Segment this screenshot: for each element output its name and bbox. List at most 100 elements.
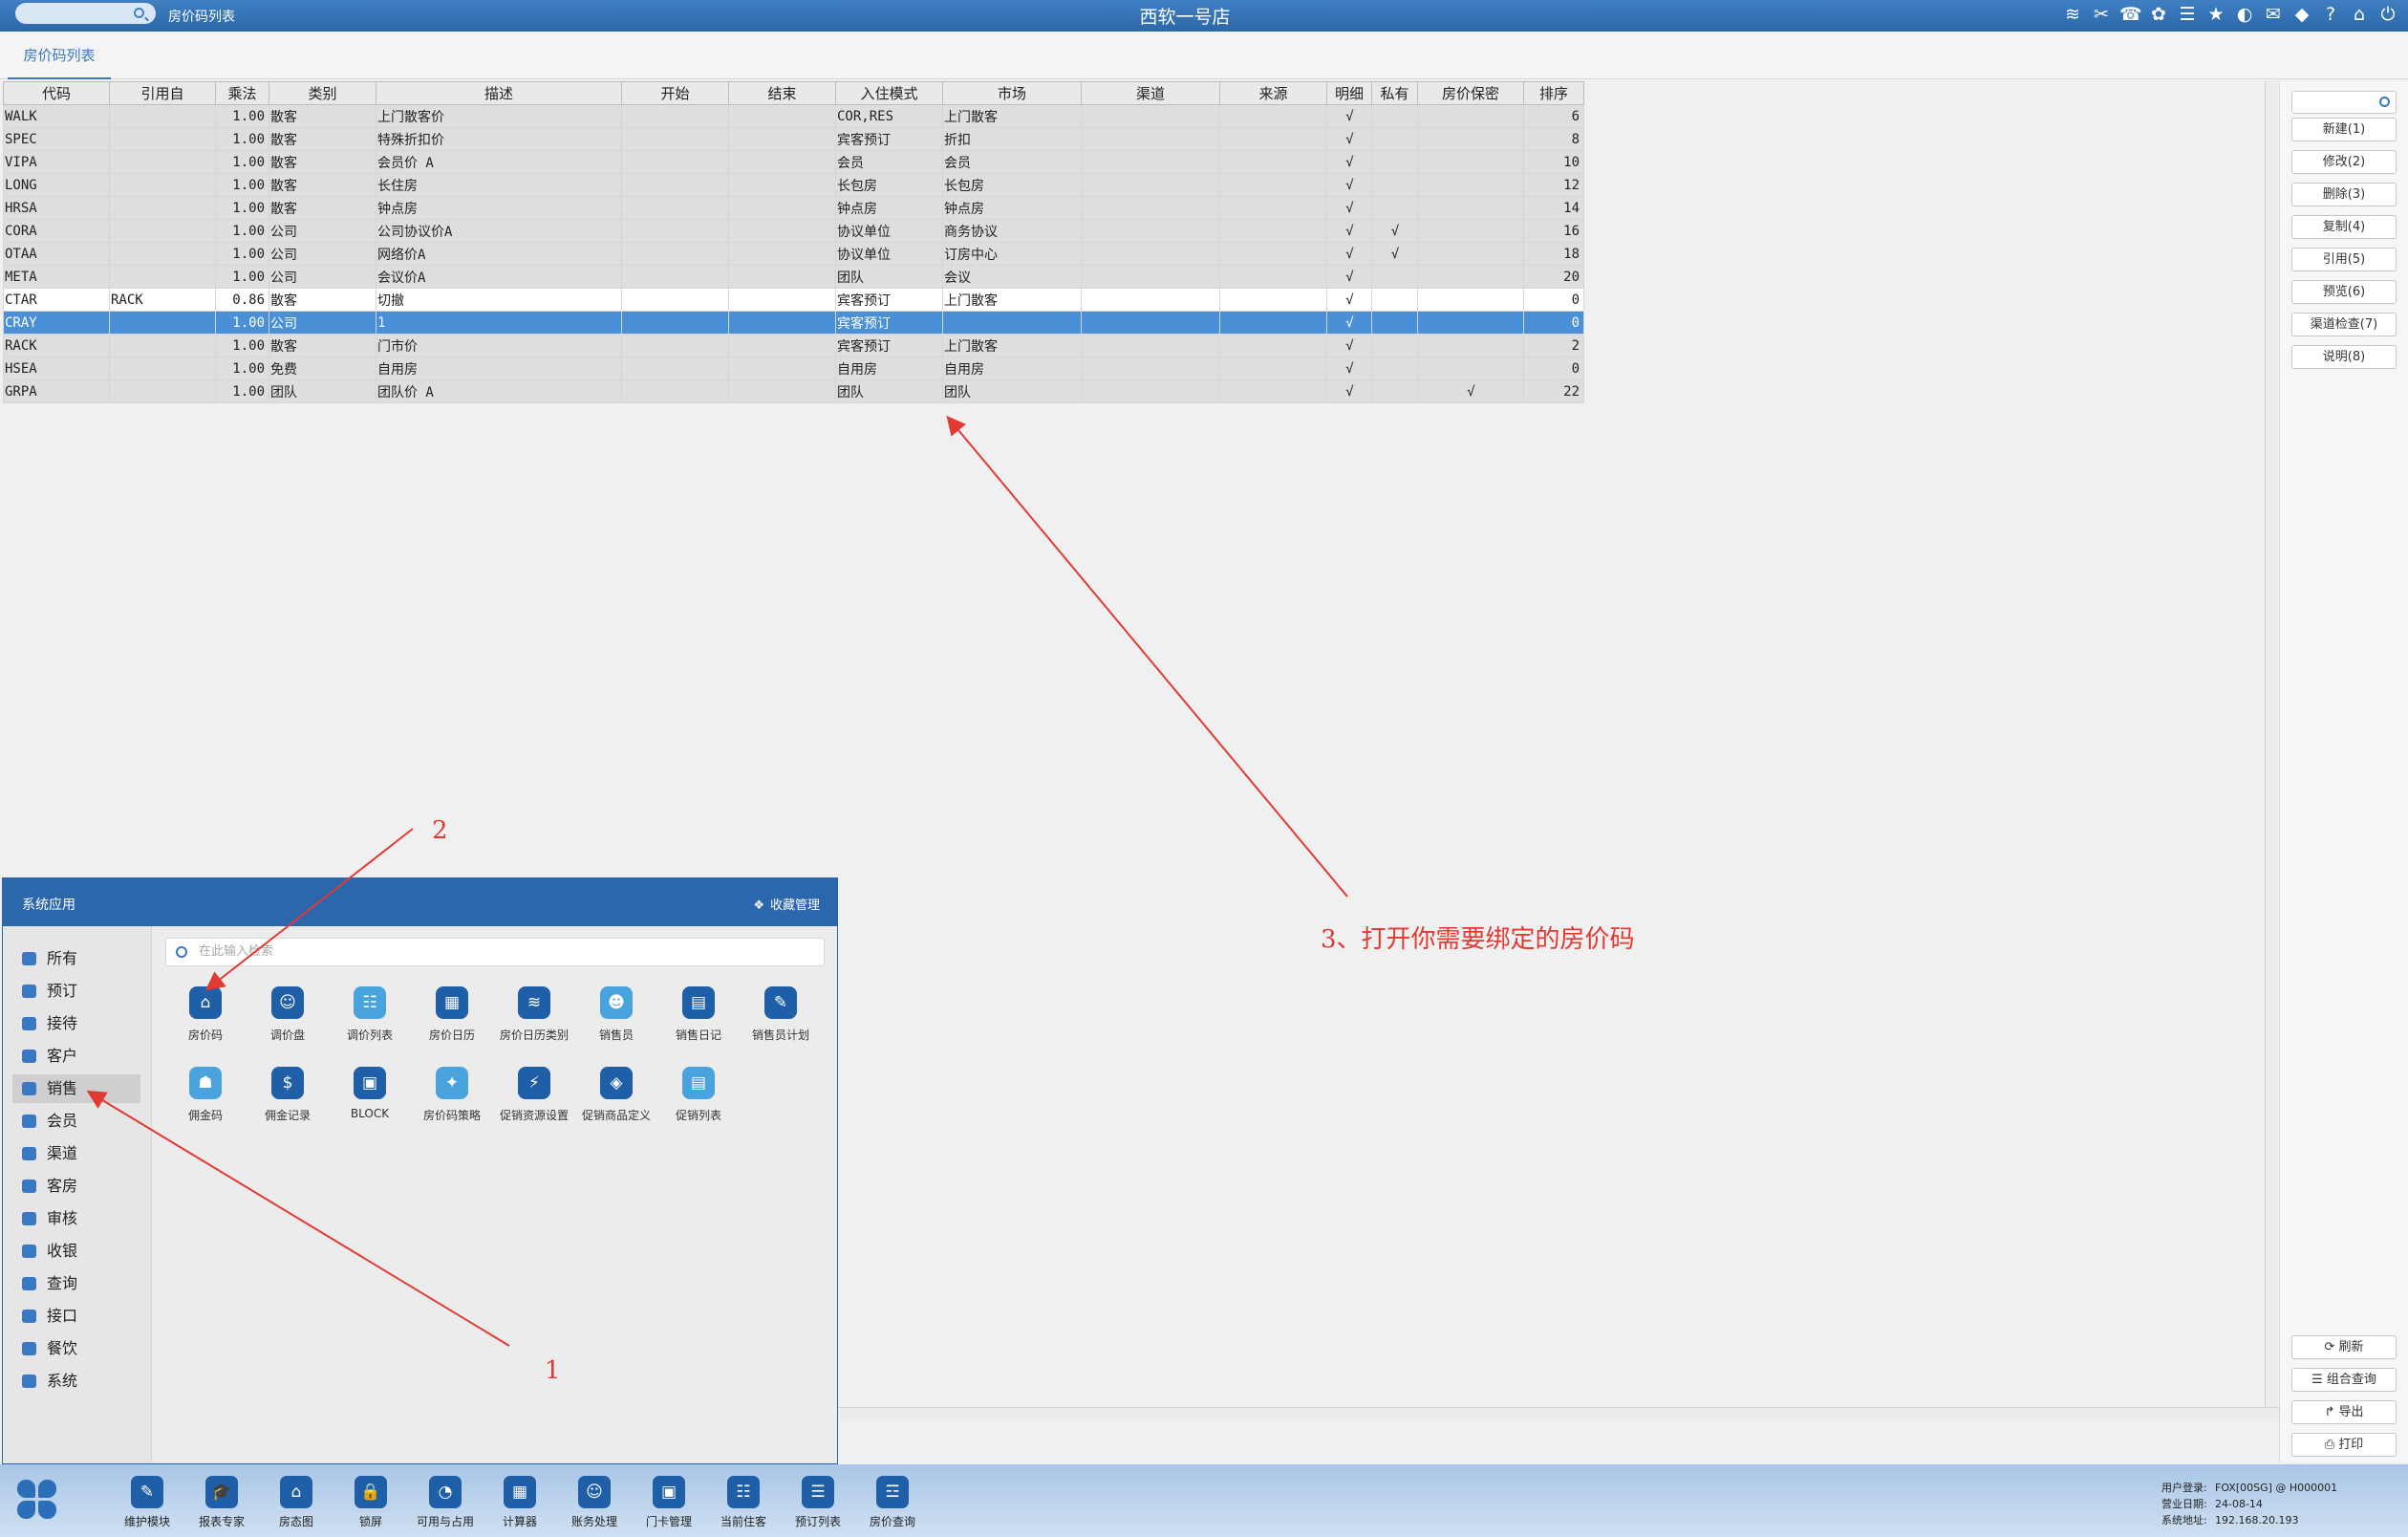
column-header[interactable]: 排序 <box>1523 81 1584 105</box>
vertical-scrollbar[interactable] <box>2265 81 2278 1410</box>
popup-search-input[interactable]: 在此输入检索 <box>165 938 825 966</box>
panel-bottom-button[interactable]: ↱ 导出 <box>2291 1400 2397 1424</box>
column-header[interactable]: 来源 <box>1219 81 1327 105</box>
column-header[interactable]: 开始 <box>621 81 729 105</box>
nav-item[interactable]: 接待 <box>12 1009 140 1038</box>
global-search-input[interactable] <box>15 3 156 24</box>
taskbar-app[interactable]: ☷ 当前住客 <box>706 1476 781 1529</box>
palette-icon[interactable]: ✿ <box>2148 3 2169 26</box>
nav-item[interactable]: 查询 <box>12 1269 140 1298</box>
action-button[interactable]: 修改(2) <box>2291 150 2397 174</box>
taskbar-app[interactable]: ☲ 房价查询 <box>855 1476 930 1529</box>
nav-item[interactable]: 销售 <box>12 1074 140 1103</box>
wifi-icon[interactable]: ≋ <box>2062 3 2083 26</box>
nav-item[interactable]: 会员 <box>12 1107 140 1136</box>
app-tile[interactable]: ☺ 调价盘 <box>247 986 329 1043</box>
column-header[interactable]: 房价保密 <box>1417 81 1524 105</box>
column-header[interactable]: 描述 <box>376 81 622 105</box>
tab-rate-code-list[interactable]: 房价码列表 <box>8 43 111 79</box>
panel-bottom-button[interactable]: ⟳ 刷新 <box>2291 1335 2397 1359</box>
app-tile[interactable]: ☗ 佣金码 <box>164 1067 247 1123</box>
taskbar-app[interactable]: 🎓 报表专家 <box>184 1476 259 1529</box>
taskbar-app[interactable]: ✎ 维护模块 <box>110 1476 184 1529</box>
column-header[interactable]: 乘法 <box>215 81 269 105</box>
nav-item[interactable]: 系统 <box>12 1367 140 1396</box>
phone-icon[interactable]: ☎ <box>2119 3 2142 26</box>
action-button[interactable]: 复制(4) <box>2291 215 2397 239</box>
column-header[interactable]: 引用自 <box>109 81 216 105</box>
nav-item[interactable]: 接口 <box>12 1302 140 1331</box>
taskbar-app[interactable]: ⌂ 房态图 <box>259 1476 333 1529</box>
nav-item[interactable]: 客房 <box>12 1172 140 1201</box>
app-tile[interactable]: ▤ 促销列表 <box>657 1067 740 1123</box>
column-header[interactable]: 类别 <box>269 81 376 105</box>
bag-icon[interactable]: ◆ <box>2291 3 2312 26</box>
table-row[interactable]: HSEA 1.00 免费 自用房 自用房 自用房 √ 0 <box>3 357 1584 380</box>
app-tile[interactable]: ◈ 促销商品定义 <box>575 1067 657 1123</box>
power-icon[interactable]: ⏻ <box>2377 3 2398 26</box>
table-row[interactable]: GRPA 1.00 团队 团队价 A 团队 团队 √ √ 22 <box>3 379 1584 403</box>
taskbar-app[interactable]: 🔒 锁屏 <box>333 1476 408 1529</box>
taskbar-app[interactable]: ☰ 预订列表 <box>781 1476 855 1529</box>
favorites-manage-button[interactable]: ❖ 收藏管理 <box>753 895 820 913</box>
app-tile[interactable]: ✦ 房价码策略 <box>411 1067 493 1123</box>
table-row[interactable]: HRSA 1.00 散客 钟点房 钟点房 钟点房 √ 14 <box>3 196 1584 220</box>
table-row[interactable]: CTAR RACK 0.86 散客 切撤 宾客预订 上门散客 √ 0 <box>3 288 1584 312</box>
app-tile[interactable]: ▦ 房价日历 <box>411 986 493 1043</box>
action-button[interactable]: 说明(8) <box>2291 345 2397 369</box>
menu-icon[interactable]: ☰ <box>2177 3 2198 26</box>
taskbar-app[interactable]: ▣ 门卡管理 <box>632 1476 706 1529</box>
table-row[interactable]: OTAA 1.00 公司 网络价A 协议单位 订房中心 √ √ 18 <box>3 242 1584 266</box>
taskbar-app[interactable]: ◔ 可用与占用 <box>408 1476 483 1529</box>
nav-item[interactable]: 收银 <box>12 1237 140 1266</box>
column-header[interactable]: 结束 <box>728 81 836 105</box>
nav-item[interactable]: 渠道 <box>12 1139 140 1168</box>
nav-item[interactable]: 预订 <box>12 977 140 1006</box>
app-tile[interactable]: ⚡ 促销资源设置 <box>493 1067 575 1123</box>
app-tile[interactable]: ▣ BLOCK <box>329 1067 411 1120</box>
nav-item[interactable]: 客户 <box>12 1042 140 1071</box>
panel-bottom-button[interactable]: ⎙ 打印 <box>2291 1433 2397 1457</box>
app-tile[interactable]: ▤ 销售日记 <box>657 986 740 1043</box>
app-tile[interactable]: $ 佣金记录 <box>247 1067 329 1123</box>
home-icon[interactable]: ⌂ <box>2349 3 2370 26</box>
table-row[interactable]: LONG 1.00 散客 长住房 长包房 长包房 √ 12 <box>3 173 1584 197</box>
action-button[interactable]: 渠道检查(7) <box>2291 313 2397 336</box>
app-logo-icon[interactable] <box>17 1480 59 1522</box>
nav-item[interactable]: 所有 <box>12 944 140 973</box>
column-header[interactable]: 市场 <box>942 81 1082 105</box>
app-tile[interactable]: ⌂ 房价码 <box>164 986 247 1043</box>
tools-icon[interactable]: ✂ <box>2091 3 2112 26</box>
star-icon[interactable]: ★ <box>2205 3 2226 26</box>
table-row[interactable]: RACK 1.00 散客 门市价 宾客预订 上门散客 √ 2 <box>3 334 1584 357</box>
action-button[interactable]: 预览(6) <box>2291 280 2397 304</box>
table-row[interactable]: CRAY 1.00 公司 1 宾客预订 √ 0 <box>3 311 1584 335</box>
column-header[interactable]: 代码 <box>3 81 110 105</box>
app-tile[interactable]: ☷ 调价列表 <box>329 986 411 1043</box>
panel-search-input[interactable] <box>2291 91 2397 114</box>
column-header[interactable]: 入住模式 <box>835 81 943 105</box>
app-tile[interactable]: ✎ 销售员计划 <box>740 986 822 1043</box>
action-button[interactable]: 删除(3) <box>2291 183 2397 206</box>
table-row[interactable]: WALK 1.00 散客 上门散客价 COR,RES 上门散客 √ 6 <box>3 104 1584 128</box>
nav-item[interactable]: 餐饮 <box>12 1334 140 1363</box>
action-button[interactable]: 新建(1) <box>2291 118 2397 141</box>
taskbar-app[interactable]: ▦ 计算器 <box>483 1476 557 1529</box>
nav-item[interactable]: 审核 <box>12 1204 140 1233</box>
mail-icon[interactable]: ✉ <box>2263 3 2284 26</box>
table-row[interactable]: CORA 1.00 公司 公司协议价A 协议单位 商务协议 √ √ 16 <box>3 219 1584 243</box>
table-row[interactable]: META 1.00 公司 会议价A 团队 会议 √ 20 <box>3 265 1584 289</box>
taskbar-app[interactable]: ☺ 账务处理 <box>557 1476 632 1529</box>
horizontal-scrollbar[interactable] <box>838 1407 2279 1420</box>
table-row[interactable]: SPEC 1.00 散客 特殊折扣价 宾客预订 折扣 √ 8 <box>3 127 1584 151</box>
column-header[interactable]: 明细 <box>1326 81 1372 105</box>
column-header[interactable]: 渠道 <box>1081 81 1220 105</box>
action-button[interactable]: 引用(5) <box>2291 248 2397 271</box>
column-header[interactable]: 私有 <box>1371 81 1418 105</box>
app-tile[interactable]: ☻ 销售员 <box>575 986 657 1043</box>
app-tile[interactable]: ≋ 房价日历类别 <box>493 986 575 1043</box>
theme-icon[interactable]: ◐ <box>2234 3 2255 26</box>
panel-bottom-button[interactable]: ☰ 组合查询 <box>2291 1368 2397 1392</box>
help-icon[interactable]: ? <box>2320 3 2341 26</box>
table-row[interactable]: VIPA 1.00 散客 会员价 A 会员 会员 √ 10 <box>3 150 1584 174</box>
